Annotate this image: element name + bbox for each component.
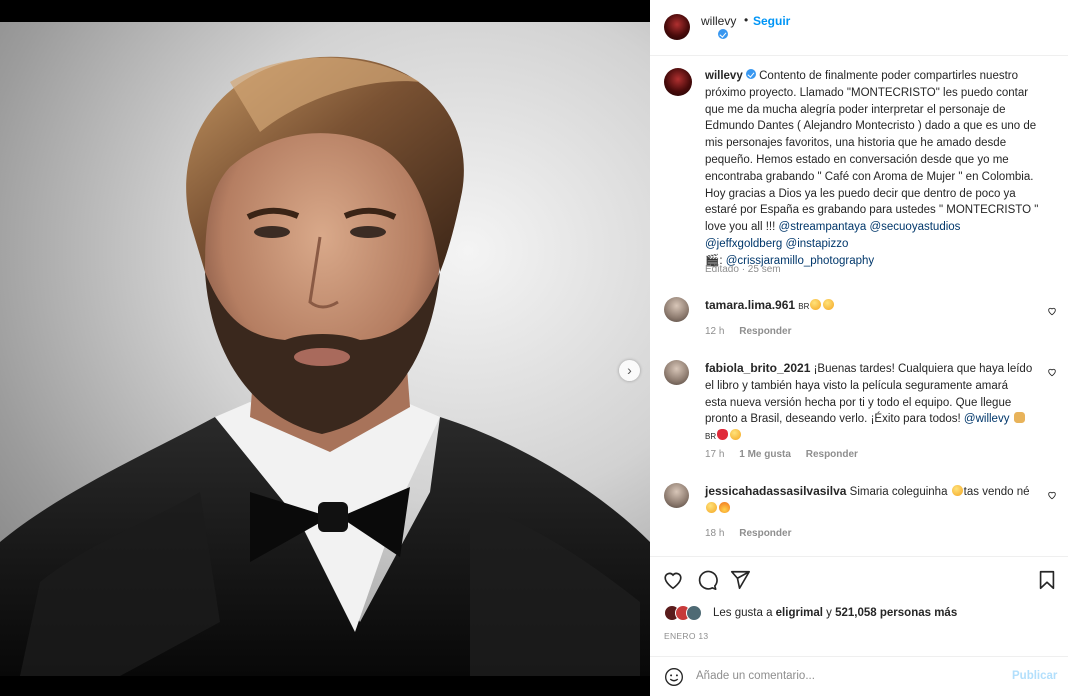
- next-photo-button[interactable]: ›: [619, 360, 640, 381]
- reply-button[interactable]: Responder: [739, 528, 791, 539]
- mention-link[interactable]: @jeffxgoldberg: [705, 238, 782, 250]
- comment-username[interactable]: fabiola_brito_2021: [705, 361, 810, 375]
- follow-button[interactable]: Seguir: [753, 14, 790, 28]
- verified-badge-icon: [718, 29, 728, 39]
- flag-text: BR: [798, 302, 810, 311]
- caption-username[interactable]: willevy: [705, 70, 743, 82]
- avatar[interactable]: [664, 483, 689, 508]
- flag-text: BR: [705, 432, 717, 442]
- avatar[interactable]: [664, 360, 689, 385]
- verified-badge-icon: [745, 69, 756, 79]
- mention-link[interactable]: @willevy: [964, 413, 1010, 425]
- comment-username[interactable]: tamara.lima.961: [705, 298, 795, 312]
- comment-time: 18 h: [705, 528, 725, 539]
- comment-input[interactable]: [696, 665, 996, 687]
- bookmark-icon[interactable]: [1036, 569, 1058, 591]
- comment-username[interactable]: jessicahadassasilvasilva: [705, 484, 846, 498]
- emoji-icon: [823, 299, 835, 310]
- avatar: [686, 605, 702, 621]
- comment-like-heart-icon[interactable]: [1047, 367, 1057, 377]
- liker-avatars: [664, 605, 714, 621]
- praying-hands-emoji-icon: [1013, 412, 1025, 424]
- username-link[interactable]: willevy: [701, 14, 736, 28]
- avatar[interactable]: [664, 297, 689, 322]
- comment-meta: 17 h 1 Me gusta Responder: [705, 449, 870, 460]
- liker-username-link[interactable]: eligrimal: [776, 607, 823, 619]
- likes-summary: Les gusta a eligrimal y 521,058 personas…: [713, 607, 957, 619]
- likes-prefix: Les gusta a: [713, 607, 776, 619]
- edited-timestamp: Editado · 25 sem: [705, 264, 781, 275]
- comment-meta: 12 h Responder: [705, 326, 803, 337]
- comment-icon[interactable]: [696, 569, 718, 591]
- comment-time: 17 h: [705, 449, 725, 460]
- smiley-icon[interactable]: [664, 667, 684, 687]
- comment-meta: 18 h Responder: [705, 528, 803, 539]
- emoji-icon: [730, 429, 742, 441]
- comment-likes-count[interactable]: 1 Me gusta: [739, 449, 791, 460]
- comment-text: fabiola_brito_2021 ¡Buenas tardes! Cualq…: [705, 360, 1035, 446]
- mention-link[interactable]: @secuoyastudios: [869, 221, 960, 233]
- mention-link[interactable]: @instapizzo: [786, 238, 849, 250]
- emoji-icon: [706, 501, 717, 513]
- post-photo: ›: [0, 22, 650, 676]
- mention-link[interactable]: @streampantaya: [779, 221, 867, 233]
- post-header: willevy • Seguir: [650, 0, 1068, 56]
- comment-text: tamara.lima.961 BR: [705, 297, 1035, 316]
- avatar[interactable]: [664, 68, 692, 96]
- comment-text: jessicahadassasilvasilva Simaria colegui…: [705, 483, 1035, 518]
- post-date: ENERO 13: [664, 631, 709, 641]
- separator-dot: •: [744, 13, 749, 27]
- comment-body-end: tas vendo né: [963, 486, 1030, 498]
- fire-emoji-icon: [719, 501, 730, 513]
- emoji-icon: [810, 299, 822, 310]
- comment-like-heart-icon[interactable]: [1047, 490, 1057, 500]
- heart-icon[interactable]: [662, 569, 684, 591]
- reply-button[interactable]: Responder: [739, 326, 791, 337]
- portrait-illustration: [0, 56, 650, 676]
- caption-text: willevy Contento de finalmente poder com…: [705, 68, 1065, 270]
- add-comment-bar: Publicar: [650, 656, 1068, 696]
- likes-middle: y: [822, 607, 836, 619]
- comment-body: Simaria coleguinha: [849, 486, 951, 498]
- post-details-panel: willevy • Seguir willevy Contento de fin…: [650, 0, 1068, 696]
- chevron-right-icon: ›: [627, 362, 632, 378]
- publish-button[interactable]: Publicar: [1012, 670, 1057, 682]
- emoji-icon: [951, 485, 963, 496]
- comment-like-heart-icon[interactable]: [1047, 306, 1057, 316]
- avatar[interactable]: [664, 14, 690, 40]
- reply-button[interactable]: Responder: [806, 449, 858, 460]
- likes-count-link[interactable]: 521,058 personas más: [835, 607, 957, 619]
- red-heart-emoji-icon: [717, 429, 729, 441]
- comment-time: 12 h: [705, 326, 725, 337]
- paper-plane-icon[interactable]: [729, 569, 751, 591]
- caption-body: Contento de finalmente poder compartirle…: [705, 70, 1039, 234]
